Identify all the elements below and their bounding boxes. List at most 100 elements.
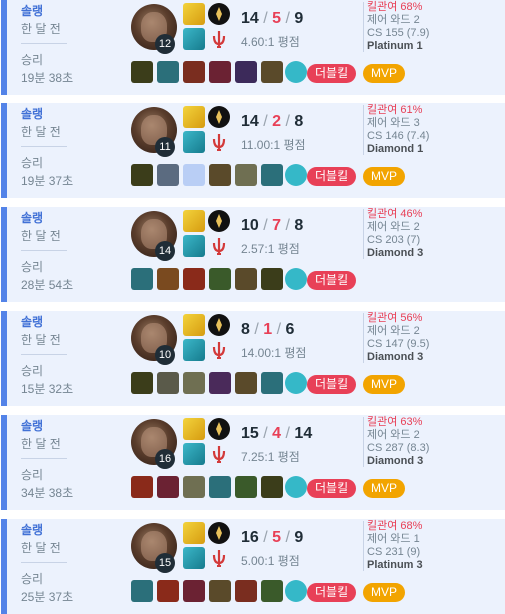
flash-icon[interactable] [183, 3, 205, 25]
kda-score: 16 / 5 / 9 [241, 529, 303, 547]
item-icon[interactable] [209, 580, 231, 602]
item-icon[interactable] [183, 372, 205, 394]
match-stats: 킬관여 61% 제어 와드 3 CS 146 (7.4) Diamond 1 [367, 104, 505, 156]
ghost-icon[interactable] [183, 339, 205, 361]
stats-divider [363, 521, 364, 571]
trinket-item-icon[interactable] [285, 268, 307, 290]
secondary-rune-icon[interactable] [208, 443, 230, 465]
time-ago: 한 달 전 [21, 437, 61, 451]
item-icon[interactable] [261, 268, 283, 290]
trinket-item-icon[interactable] [285, 476, 307, 498]
item-icon[interactable] [131, 61, 153, 83]
keystone-rune-icon[interactable] [208, 314, 230, 336]
item-icon[interactable] [209, 372, 231, 394]
kda-separator: / [276, 321, 282, 338]
item-icon[interactable] [261, 61, 283, 83]
secondary-rune-icon[interactable] [208, 235, 230, 257]
item-icon[interactable] [235, 164, 257, 186]
ghost-icon[interactable] [183, 235, 205, 257]
kda-ratio: 11.00:1 평점 [241, 138, 306, 152]
ghost-icon[interactable] [183, 28, 205, 50]
kill-participation: 킬관여 56% [367, 312, 423, 324]
item-icon[interactable] [209, 164, 231, 186]
item-icon[interactable] [131, 268, 153, 290]
item-icon[interactable] [261, 164, 283, 186]
item-icon[interactable] [157, 268, 179, 290]
item-icon[interactable] [157, 476, 179, 498]
keystone-rune-icon[interactable] [208, 3, 230, 25]
secondary-rune-icon[interactable] [208, 131, 230, 153]
match-result: 승리 [21, 260, 44, 274]
match-card[interactable]: 솔랭 한 달 전 승리 19분 38초 12 14 / 5 / 9 4.60:1 평점 킬관여… [1, 0, 505, 95]
trinket-item-icon[interactable] [285, 61, 307, 83]
queue-type: 솔랭 [21, 107, 44, 121]
deaths: 2 [272, 113, 282, 130]
item-icon[interactable] [235, 268, 257, 290]
secondary-rune-icon[interactable] [208, 339, 230, 361]
trinket-item-icon[interactable] [285, 372, 307, 394]
trinket-item-icon[interactable] [285, 164, 307, 186]
keystone-rune-icon[interactable] [208, 106, 230, 128]
keystone-rune-icon[interactable] [208, 522, 230, 544]
match-card[interactable]: 솔랭 한 달 전 승리 15분 32초 10 8 / 1 / 6 14.00:1 평점 킬관여… [1, 311, 505, 406]
item-icon[interactable] [209, 61, 231, 83]
deaths: 7 [272, 217, 282, 234]
mvp-badge: MVP [363, 375, 406, 394]
kda-ratio: 2.57:1 평점 [241, 242, 300, 256]
item-icon[interactable] [183, 580, 205, 602]
item-icon[interactable] [261, 476, 283, 498]
flash-icon[interactable] [183, 418, 205, 440]
item-icon[interactable] [157, 61, 179, 83]
multikill-badge: 더블킬 [307, 479, 357, 498]
assists: 14 [294, 425, 313, 442]
item-icon[interactable] [131, 580, 153, 602]
item-icon[interactable] [183, 164, 205, 186]
meta-divider [21, 43, 67, 44]
average-tier: Platinum 1 [367, 40, 423, 52]
match-card[interactable]: 솔랭 한 달 전 승리 34분 38초 16 15 / 4 / 14 7.25:1 평점 킬관… [1, 415, 505, 510]
assists: 9 [294, 10, 304, 27]
kda-separator: / [263, 425, 268, 442]
ghost-icon[interactable] [183, 131, 205, 153]
item-icon[interactable] [157, 372, 179, 394]
secondary-rune-icon[interactable] [208, 547, 230, 569]
keystone-rune-icon[interactable] [208, 418, 230, 440]
match-result: 승리 [21, 53, 44, 67]
item-icon[interactable] [261, 580, 283, 602]
item-icon[interactable] [209, 476, 231, 498]
queue-type: 솔랭 [21, 315, 44, 329]
ghost-icon[interactable] [183, 443, 205, 465]
match-stats: 킬관여 46% 제어 와드 2 CS 203 (7) Diamond 3 [367, 208, 505, 260]
match-card[interactable]: 솔랭 한 달 전 승리 25분 37초 15 16 / 5 / 9 5.00:1 평점 킬관여… [1, 519, 505, 614]
flash-icon[interactable] [183, 314, 205, 336]
item-icon[interactable] [157, 164, 179, 186]
item-icon[interactable] [235, 372, 257, 394]
match-stats: 킬관여 63% 제어 와드 2 CS 287 (8.3) Diamond 3 [367, 416, 505, 468]
item-icon[interactable] [209, 268, 231, 290]
secondary-rune-icon[interactable] [208, 28, 230, 50]
match-card[interactable]: 솔랭 한 달 전 승리 28분 54초 14 10 / 7 / 8 2.57:1 평점 킬관여… [1, 207, 505, 302]
flash-icon[interactable] [183, 522, 205, 544]
control-wards: 제어 와드 2 [367, 325, 420, 337]
item-icon[interactable] [183, 268, 205, 290]
match-card[interactable]: 솔랭 한 달 전 승리 19분 37초 11 14 / 2 / 8 11.00:1 평점 킬관… [1, 103, 505, 198]
match-stats: 킬관여 68% 제어 와드 1 CS 231 (9) Platinum 3 [367, 520, 505, 572]
item-icon[interactable] [261, 372, 283, 394]
item-icon[interactable] [235, 61, 257, 83]
item-icon[interactable] [131, 476, 153, 498]
trinket-item-icon[interactable] [285, 580, 307, 602]
kda-separator: / [285, 425, 290, 442]
item-icon[interactable] [235, 580, 257, 602]
item-icon[interactable] [235, 476, 257, 498]
flash-icon[interactable] [183, 210, 205, 232]
item-icon[interactable] [131, 164, 153, 186]
item-icon[interactable] [157, 580, 179, 602]
mvp-badge: MVP [363, 64, 406, 83]
item-icon[interactable] [131, 372, 153, 394]
item-icon[interactable] [183, 476, 205, 498]
flash-icon[interactable] [183, 106, 205, 128]
keystone-rune-icon[interactable] [208, 210, 230, 232]
item-icon[interactable] [183, 61, 205, 83]
ghost-icon[interactable] [183, 547, 205, 569]
creep-score: CS 231 (9) [367, 546, 421, 558]
